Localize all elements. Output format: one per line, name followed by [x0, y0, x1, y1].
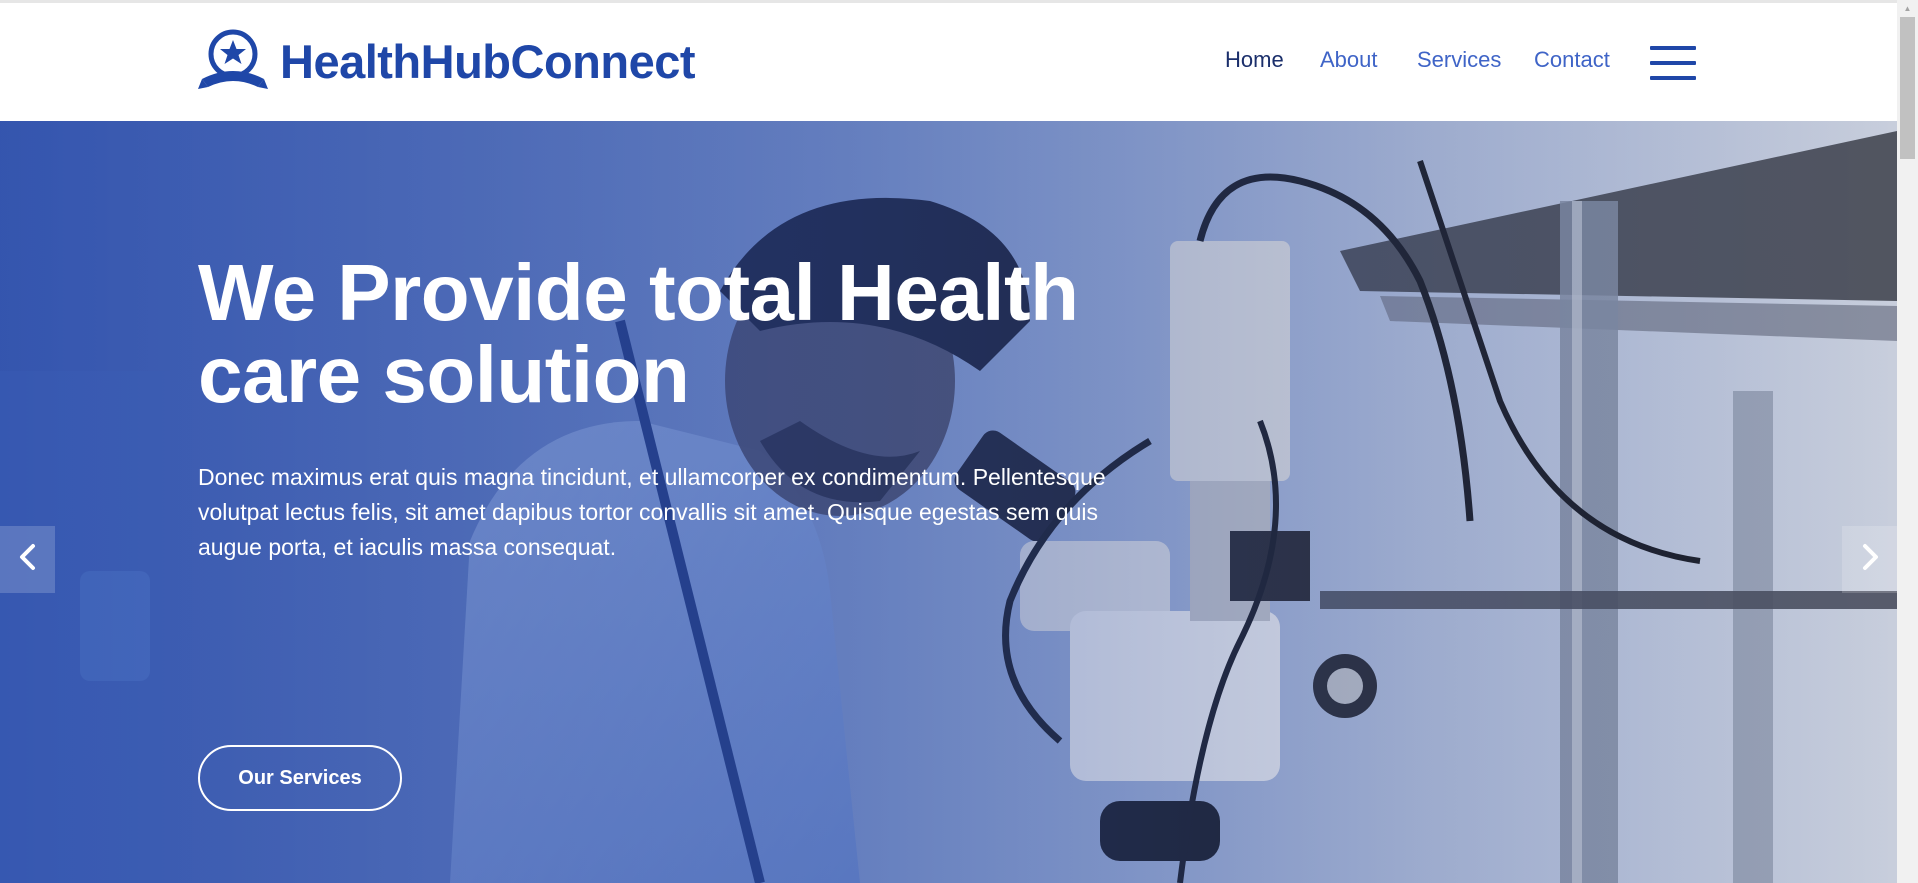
brand-logo-link[interactable]: HealthHubConnect: [198, 29, 696, 93]
nav-about[interactable]: About: [1320, 49, 1378, 71]
hero-title: We Provide total Health care solution: [198, 248, 1079, 419]
nav-services[interactable]: Services: [1417, 49, 1501, 71]
chevron-right-icon: [1859, 542, 1881, 577]
page: HealthHubConnect Home About Services Con…: [0, 0, 1918, 883]
hero-content: We Provide total Health care solution Do…: [198, 252, 1158, 565]
slider-next-button[interactable]: [1842, 526, 1897, 593]
slider-prev-button[interactable]: [0, 526, 55, 593]
main-nav: Home About Services Contact: [1200, 3, 1897, 121]
brand-name: HealthHubConnect: [280, 34, 696, 88]
scrollbar-thumb[interactable]: [1900, 17, 1915, 159]
hero-description: Donec maximus erat quis magna tincidunt,…: [198, 464, 1106, 560]
medal-star-icon: [198, 29, 268, 93]
our-services-button[interactable]: Our Services: [198, 745, 402, 811]
site-header: HealthHubConnect Home About Services Con…: [0, 3, 1897, 121]
hamburger-menu-icon[interactable]: [1650, 46, 1696, 80]
nav-home[interactable]: Home: [1225, 49, 1284, 71]
page-scrollbar[interactable]: ▲: [1897, 0, 1918, 883]
nav-contact[interactable]: Contact: [1534, 49, 1610, 71]
scroll-up-icon[interactable]: ▲: [1897, 0, 1918, 17]
chevron-left-icon: [17, 542, 39, 577]
